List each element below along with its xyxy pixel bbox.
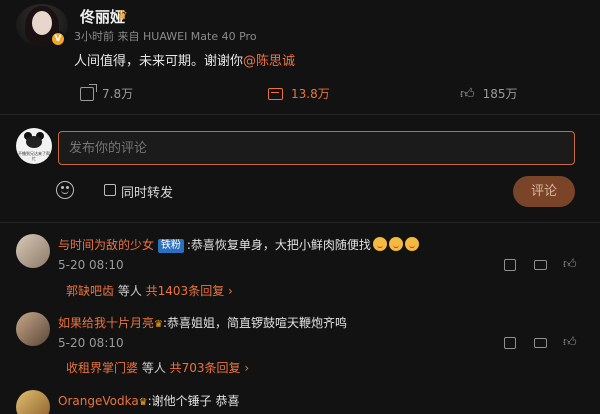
repost-checkbox[interactable] [104, 184, 116, 196]
commenter-avatar[interactable] [16, 312, 50, 346]
comment-text: :谢他个锤子 恭喜 [147, 394, 240, 408]
section-divider [0, 114, 600, 115]
comment-count: 13.8万 [291, 87, 330, 101]
emoji-icon [372, 237, 387, 251]
post-text-body: 人间值得，未来可期。谢谢你 [74, 54, 244, 69]
reply-icon[interactable] [534, 260, 547, 270]
crown-icon: ♛ [138, 397, 148, 408]
emoji-icon [404, 237, 419, 251]
emoji-icon[interactable] [56, 181, 74, 199]
reply-summary[interactable]: 收租界掌门婆 等人 共703条回复 › [66, 359, 249, 376]
like-icon[interactable]: 👍︎ [563, 335, 577, 350]
post-meta: 3小时前 来自 HUAWEI Mate 40 Pro [74, 30, 257, 43]
like-button[interactable]: 👍︎ 185万 [460, 85, 518, 102]
repost-count: 7.8万 [102, 87, 134, 101]
repost-icon [80, 83, 97, 101]
reply-icon[interactable] [534, 338, 547, 348]
avatar-caption: 不撸到兄达来了帮忙 [18, 151, 50, 161]
reply-summary[interactable]: 郭缺吧齿 等人 共1403条回复 › [66, 282, 233, 299]
reply-mid: 等人 [114, 284, 146, 298]
commenter-name[interactable]: 如果给我十片月亮 [58, 316, 154, 330]
chevron-right-icon: › [240, 361, 250, 375]
my-avatar: 不撸到兄达来了帮忙 [16, 128, 52, 164]
commenter-name[interactable]: 与时间为敌的少女 [58, 238, 154, 252]
reply-count[interactable]: 共703条回复 [170, 361, 241, 375]
chevron-right-icon: › [224, 284, 233, 298]
mention-link[interactable]: @陈思诚 [243, 54, 295, 69]
section-divider [0, 222, 600, 223]
comment-date: 5-20 08:10 [58, 258, 124, 272]
like-icon[interactable]: 👍︎ [563, 257, 577, 272]
thumbs-up-icon: 👍︎ [460, 85, 475, 102]
reply-count[interactable]: 共1403条回复 [146, 284, 225, 298]
comment-text: :恭喜恢复单身，大把小鲜肉随便找 [186, 238, 371, 252]
reply-user[interactable]: 收租界掌门婆 [66, 361, 138, 375]
comment-item: 与时间为敌的少女 铁粉:恭喜恢复单身，大把小鲜肉随便找 [58, 236, 419, 253]
commenter-name[interactable]: OrangeVodka [58, 394, 139, 408]
crown-icon: ♛ [154, 319, 163, 330]
reply-user[interactable]: 郭缺吧齿 [66, 284, 114, 298]
repost-button[interactable]: 7.8万 [80, 83, 134, 102]
share-icon[interactable] [504, 259, 516, 271]
repost-checkbox-label[interactable]: 同时转发 [121, 182, 173, 201]
fan-badge: 铁粉 [157, 239, 184, 253]
share-icon[interactable] [504, 337, 516, 349]
verified-badge-icon: V [50, 31, 66, 47]
crown-icon: ♛ [117, 8, 128, 22]
submit-comment-button[interactable]: 评论 [513, 176, 575, 207]
comment-item: OrangeVodka♛:谢他个锤子 恭喜 [58, 392, 240, 409]
comment-date: 5-20 08:10 [58, 336, 124, 350]
comment-text: :恭喜姐姐，简直锣鼓喧天鞭炮齐鸣 [162, 316, 348, 330]
reply-mid: 等人 [138, 361, 170, 375]
commenter-avatar[interactable] [16, 390, 50, 414]
comment-button[interactable]: 13.8万 [268, 85, 330, 102]
comment-input[interactable] [58, 131, 575, 165]
like-count: 185万 [482, 87, 518, 101]
emoji-icon [388, 237, 403, 251]
comment-item: 如果给我十片月亮♛:恭喜姐姐，简直锣鼓喧天鞭炮齐鸣 [58, 314, 347, 331]
post-text: 人间值得，未来可期。谢谢你@陈思诚 [74, 50, 295, 69]
commenter-avatar[interactable] [16, 234, 50, 268]
comment-icon [268, 87, 283, 100]
